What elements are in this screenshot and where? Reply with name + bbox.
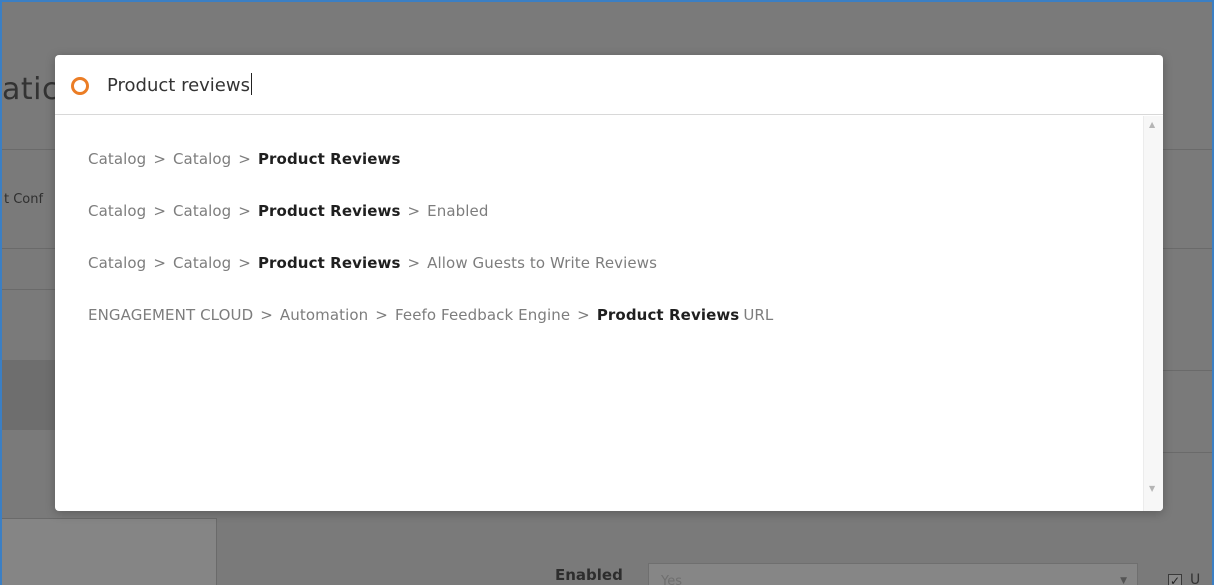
background-divider [1162, 370, 1212, 371]
search-results-list: Catalog > Catalog > Product Reviews Catalog > C… [55, 116, 1143, 511]
search-result-item[interactable]: Catalog > Catalog > Product Reviews > Allow Gu… [88, 254, 657, 272]
results-scrollbar[interactable]: ▲ ▼ [1143, 116, 1163, 511]
result-suffix: URL [743, 306, 774, 324]
result-path-segment: Catalog [172, 150, 232, 168]
result-suffix: Enabled [427, 202, 489, 220]
result-path-separator: > [577, 306, 590, 324]
result-path-separator: > [153, 202, 166, 220]
result-path-segment: Catalog [88, 254, 147, 272]
result-highlight: Product Reviews [257, 150, 401, 168]
result-path-segment: Catalog [88, 202, 147, 220]
result-path-separator: > [407, 202, 421, 220]
result-suffix: Allow Guests to Write Reviews [427, 254, 658, 272]
admin-screen: atic t Conf Enabled Yes ▼ ✓ U Product re… [0, 0, 1214, 585]
result-path-separator: > [153, 150, 166, 168]
scroll-down-icon[interactable]: ▼ [1149, 484, 1155, 493]
background-panel [2, 360, 56, 430]
result-path-separator: > [238, 254, 251, 272]
search-bar: Product reviews [55, 55, 1163, 115]
background-enabled-value: Yes [661, 574, 682, 585]
background-enabled-select: Yes ▼ [648, 563, 1138, 585]
background-box [2, 518, 217, 585]
search-result-item[interactable]: Catalog > Catalog > Product Reviews [88, 150, 400, 168]
result-highlight: Product Reviews [596, 306, 740, 324]
result-highlight: Product Reviews [257, 202, 401, 220]
result-path-segment: Catalog [88, 150, 147, 168]
result-highlight: Product Reviews [257, 254, 401, 272]
search-query-text: Product reviews [107, 75, 250, 96]
result-path-separator: > [260, 306, 273, 324]
chevron-down-icon: ▼ [1120, 576, 1127, 585]
search-input[interactable]: Product reviews [107, 73, 252, 96]
text-caret [250, 73, 252, 95]
result-path-segment: ENGAGEMENT CLOUD [88, 306, 254, 324]
result-path-segment: Feefo Feedback Engine [394, 306, 571, 324]
background-divider [2, 289, 56, 290]
search-ring-icon [71, 77, 89, 95]
result-path-separator: > [238, 202, 251, 220]
result-path-separator: > [375, 306, 388, 324]
search-result-item[interactable]: ENGAGEMENT CLOUD > Automation > Feefo Feedba… [88, 306, 773, 324]
global-search-modal: Product reviews Catalog > Catalog > Product … [55, 55, 1163, 511]
result-path-separator: > [153, 254, 166, 272]
background-config-link: t Conf [4, 192, 44, 207]
result-path-separator: > [407, 254, 421, 272]
result-path-separator: > [238, 150, 251, 168]
result-path-segment: Catalog [172, 254, 232, 272]
background-divider [1162, 452, 1212, 453]
background-page-title: atic [2, 72, 59, 107]
background-checkbox-label: U [1190, 572, 1201, 585]
background-checkbox: ✓ [1168, 574, 1182, 585]
result-path-segment: Catalog [172, 202, 232, 220]
background-enabled-label: Enabled [555, 566, 623, 584]
result-path-segment: Automation [279, 306, 369, 324]
search-result-item[interactable]: Catalog > Catalog > Product Reviews > Enabled [88, 202, 488, 220]
scroll-up-icon[interactable]: ▲ [1149, 120, 1155, 129]
